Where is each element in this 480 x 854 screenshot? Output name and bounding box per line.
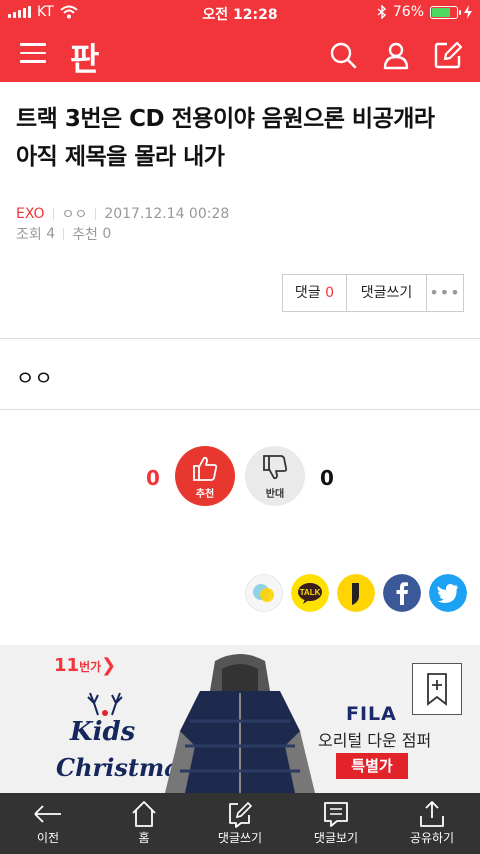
nav-view-comments[interactable]: 댓글보기 [288,793,384,854]
bookmark-button[interactable] [412,663,462,715]
author-name: ㅇㅇ [61,207,88,223]
app-header: 판 [0,26,480,82]
view-comment-icon [324,802,348,827]
post-stats: 조회 4 추천 0 [16,224,111,244]
kakaostory-icon[interactable] [245,574,283,612]
category-link[interactable]: EXO [16,206,45,222]
search-icon[interactable] [328,40,358,70]
bookmark-add-icon [427,673,447,706]
11st-logo: 11번가❯ [54,655,117,676]
nav-write-comment[interactable]: 댓글쓰기 [192,793,288,854]
downvote-count: 0 [320,466,334,490]
divider [0,338,480,339]
kids-text: Kids [70,717,136,747]
thumbs-up-icon [193,456,218,481]
recommend-label: 추천 [72,227,98,243]
nav-view-comments-label: 댓글보기 [313,831,359,845]
bottom-nav: 이전 홈 댓글쓰기 댓글보기 공유하기 [0,793,480,854]
write-icon[interactable] [433,40,463,70]
post-date: 2017.12.14 00:28 [104,206,230,222]
views-label: 조회 [16,227,42,243]
ad-banner[interactable]: 11번가❯ Kids Christmas FILA 오리털 다운 점퍼 특별가 [0,645,480,793]
nav-write-comment-label: 댓글쓰기 [217,831,263,845]
write-comment-button[interactable]: 댓글쓰기 [347,275,427,311]
comments-button[interactable]: 댓글 0 [283,275,347,311]
sale-badge: 특별가 [336,753,408,779]
views-count: 4 [46,226,56,242]
battery-percent: 76% [392,4,424,20]
down-jacket-image [165,654,315,793]
nav-back[interactable]: 이전 [0,793,96,854]
recommend-count: 0 [102,226,112,242]
svg-text:TALK: TALK [300,588,321,597]
status-bar: KT 오전 12:28 76% [0,0,480,26]
home-icon [132,801,156,827]
reindeer-antlers-icon [87,692,123,716]
post-title: 트랙 3번은 CD 전용이야 음원으론 비공개라 아직 제목을 몰라 내가 [16,106,435,170]
menu-icon[interactable] [20,43,46,65]
bluetooth-icon [377,5,386,19]
downvote-label: 반대 [265,489,285,500]
thumbs-down-icon [263,455,288,480]
pann-logo[interactable]: 판 [70,34,99,80]
user-icon[interactable] [381,40,411,70]
battery-icon [430,5,461,19]
nav-home-label: 홈 [138,831,150,845]
comments-count: 0 [325,285,335,301]
upvote-label: 추천 [195,489,215,500]
divider [0,409,480,410]
nav-share-label: 공유하기 [409,831,455,845]
back-arrow-icon [34,805,61,823]
facebook-icon[interactable] [383,574,421,612]
fila-logo: FILA [346,703,397,725]
more-button[interactable]: ••• [427,275,463,311]
comment-buttons: 댓글 0 댓글쓰기 ••• [282,274,464,312]
nav-home[interactable]: 홈 [96,793,192,854]
upvote-count: 0 [146,466,160,490]
post-body: ㅇㅇ [16,366,53,390]
write-comment-icon [229,801,253,828]
twitter-icon[interactable] [429,574,467,612]
kakaotalk-icon[interactable]: TALK [291,574,329,612]
charging-icon [464,5,472,19]
ad-description: 오리털 다운 점퍼 [318,731,432,750]
share-icon [420,801,444,827]
nav-share[interactable]: 공유하기 [384,793,480,854]
nav-back-label: 이전 [36,831,60,845]
post-meta: EXO ㅇㅇ 2017.12.14 00:28 [16,204,229,224]
downvote-button[interactable]: 반대 [245,446,305,506]
comments-label: 댓글 [294,285,321,301]
kakaopage-icon[interactable] [337,574,375,612]
upvote-button[interactable]: 추천 [175,446,235,506]
